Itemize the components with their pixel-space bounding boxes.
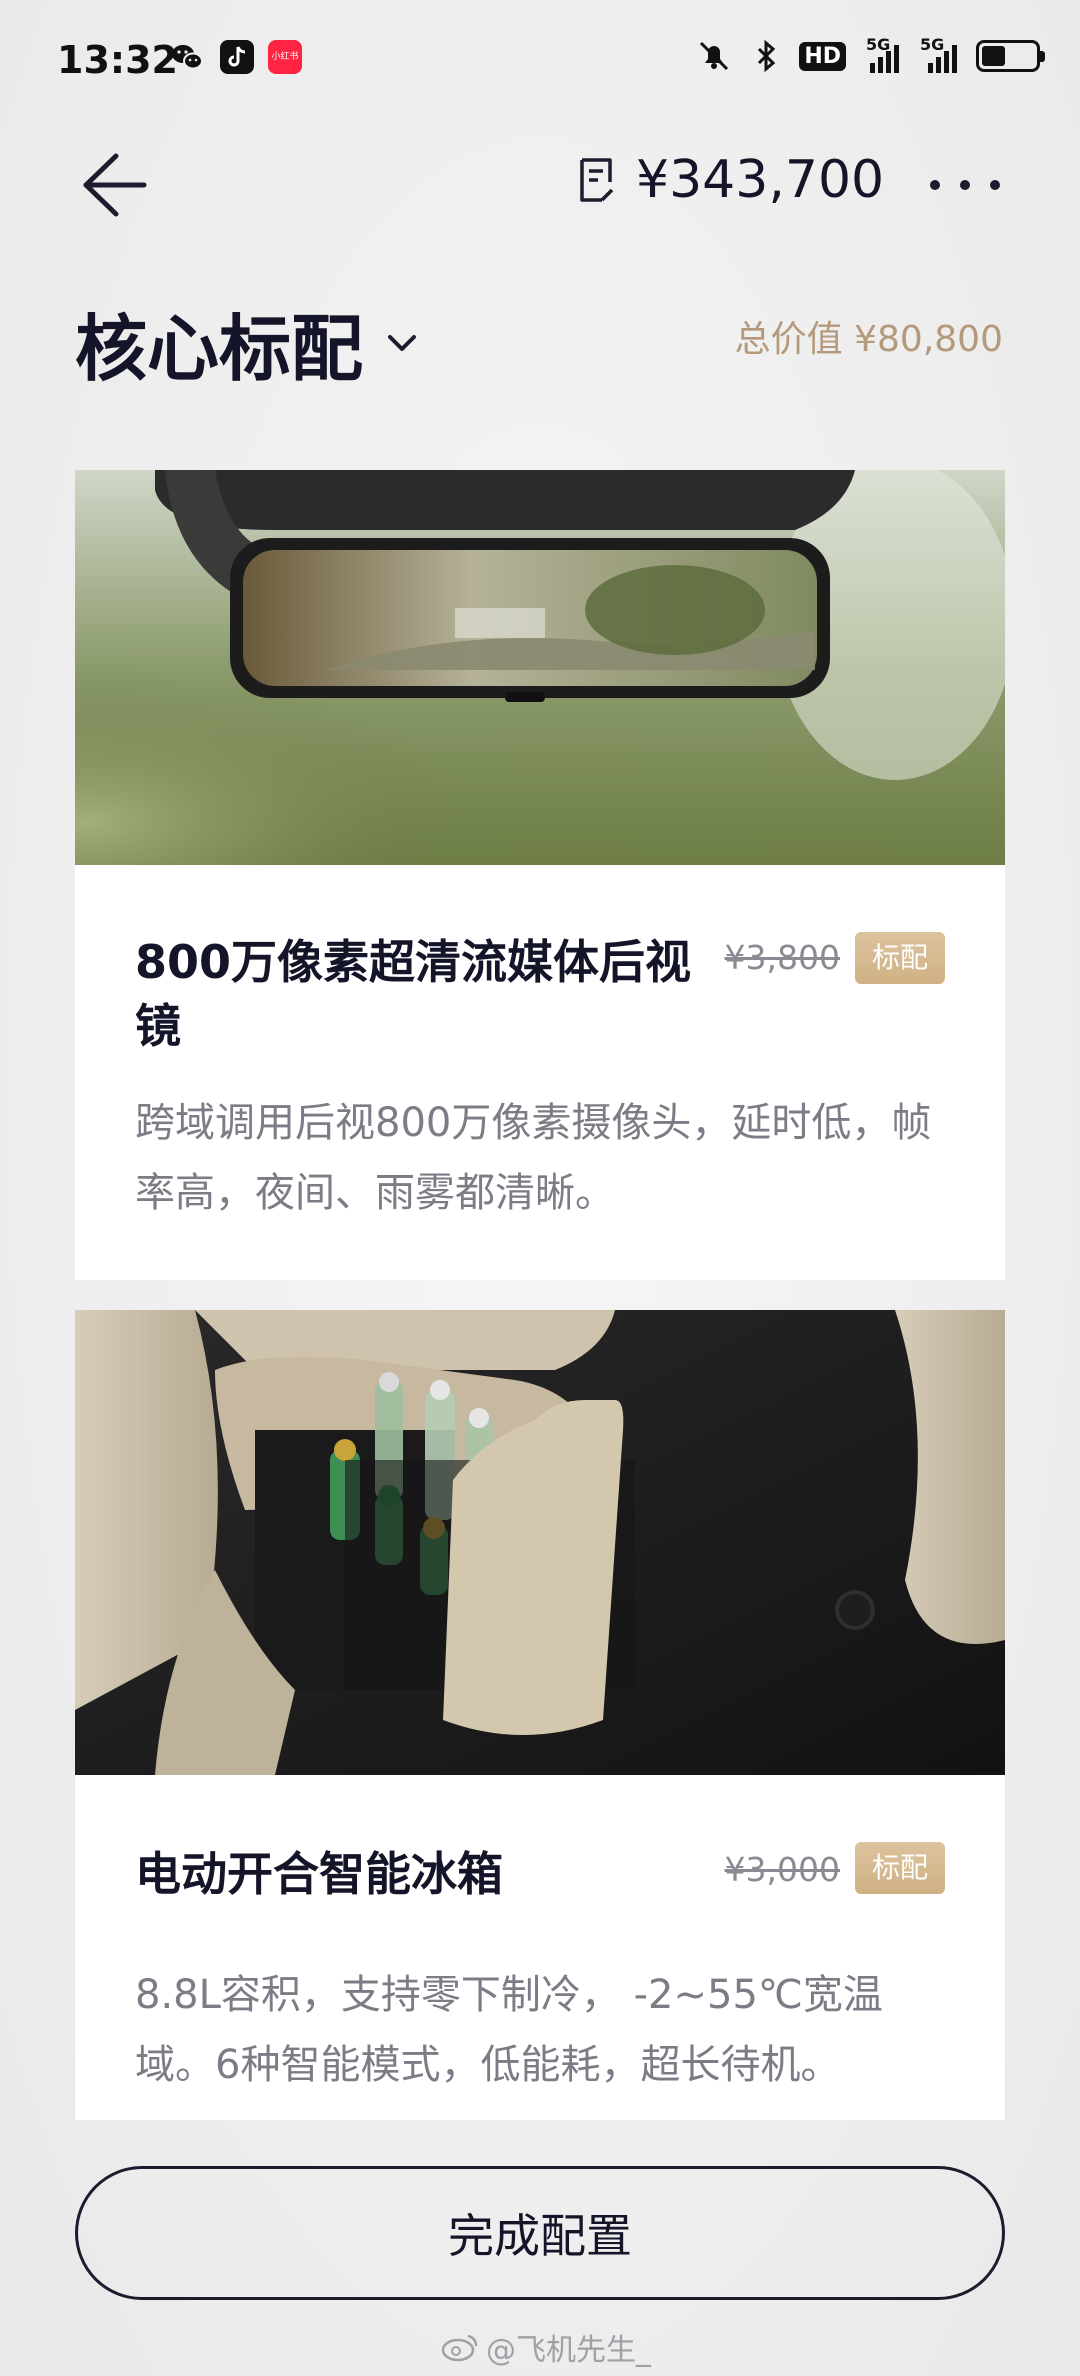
standard-badge: 标配 bbox=[855, 932, 945, 984]
watermark-text: @飞机先生_ bbox=[486, 2333, 651, 2368]
wechat-icon bbox=[170, 40, 204, 74]
feature-title: 800万像素超清流媒体后视镜 bbox=[135, 935, 692, 1053]
xiaohongshu-icon: 小红书 bbox=[268, 40, 302, 74]
section-title: 核心标配 bbox=[75, 307, 364, 391]
battery-icon bbox=[976, 40, 1045, 72]
watermark: @飞机先生_ bbox=[440, 2325, 651, 2369]
battery-level bbox=[982, 46, 1006, 66]
rearview-mirror-image bbox=[75, 470, 1005, 865]
total-value: 总价值 ¥80,800 bbox=[734, 319, 1003, 360]
chevron-down-icon bbox=[388, 334, 417, 351]
section-selector[interactable]: 核心标配 bbox=[75, 290, 419, 395]
mute-bell-icon bbox=[695, 37, 733, 75]
hd-voice-icon: HD bbox=[799, 41, 846, 71]
status-time: 13:32 bbox=[57, 38, 178, 82]
total-price-summary[interactable]: ¥343,700 bbox=[578, 150, 884, 210]
signal-5g-icon-2: 5G bbox=[918, 35, 962, 75]
more-dot-icon bbox=[990, 180, 1000, 190]
bluetooth-icon bbox=[747, 37, 785, 75]
finish-configuration-label: 完成配置 bbox=[448, 2209, 632, 2263]
total-price: ¥343,700 bbox=[636, 150, 885, 210]
feature-title: 电动开合智能冰箱 bbox=[135, 1847, 503, 1901]
smart-fridge-image bbox=[75, 1310, 1005, 1775]
feature-card[interactable]: 800万像素超清流媒体后视镜 ¥3,800 标配 跨域调用后视800万像素摄像头… bbox=[75, 470, 1005, 1280]
standard-badge: 标配 bbox=[855, 1842, 945, 1894]
tiktok-icon bbox=[220, 40, 254, 74]
feature-description: 跨域调用后视800万像素摄像头，延时低，帧率高，夜间、雨雾都清晰。 bbox=[135, 1100, 932, 1216]
page: 13:32 小红书 HD 5G 5G ¥343,700 核心标配 总价值 ¥80… bbox=[0, 0, 1080, 2376]
finish-configuration-button[interactable]: 完成配置 bbox=[75, 2166, 1005, 2300]
arrow-left-icon bbox=[83, 153, 147, 217]
more-options-button[interactable] bbox=[930, 150, 1000, 220]
receipt-icon bbox=[580, 158, 614, 202]
status-icons: HD 5G 5G bbox=[695, 35, 1045, 76]
status-bar: 13:32 小红书 HD 5G 5G bbox=[0, 0, 1080, 120]
weibo-logo-icon bbox=[441, 2334, 478, 2362]
more-dot-icon bbox=[930, 180, 940, 190]
feature-card[interactable]: 电动开合智能冰箱 ¥3,000 标配 8.8L容积，支持零下制冷， -2~55℃… bbox=[75, 1310, 1005, 2120]
more-dot-icon bbox=[960, 180, 970, 190]
feature-description: 8.8L容积，支持零下制冷， -2~55℃宽温域。6种智能模式，低能耗，超长待机… bbox=[135, 1972, 883, 2088]
signal-5g-icon: 5G bbox=[860, 35, 904, 75]
original-price: ¥3,000 bbox=[724, 1850, 840, 1889]
original-price: ¥3,800 bbox=[724, 938, 840, 977]
back-button[interactable] bbox=[80, 148, 150, 222]
